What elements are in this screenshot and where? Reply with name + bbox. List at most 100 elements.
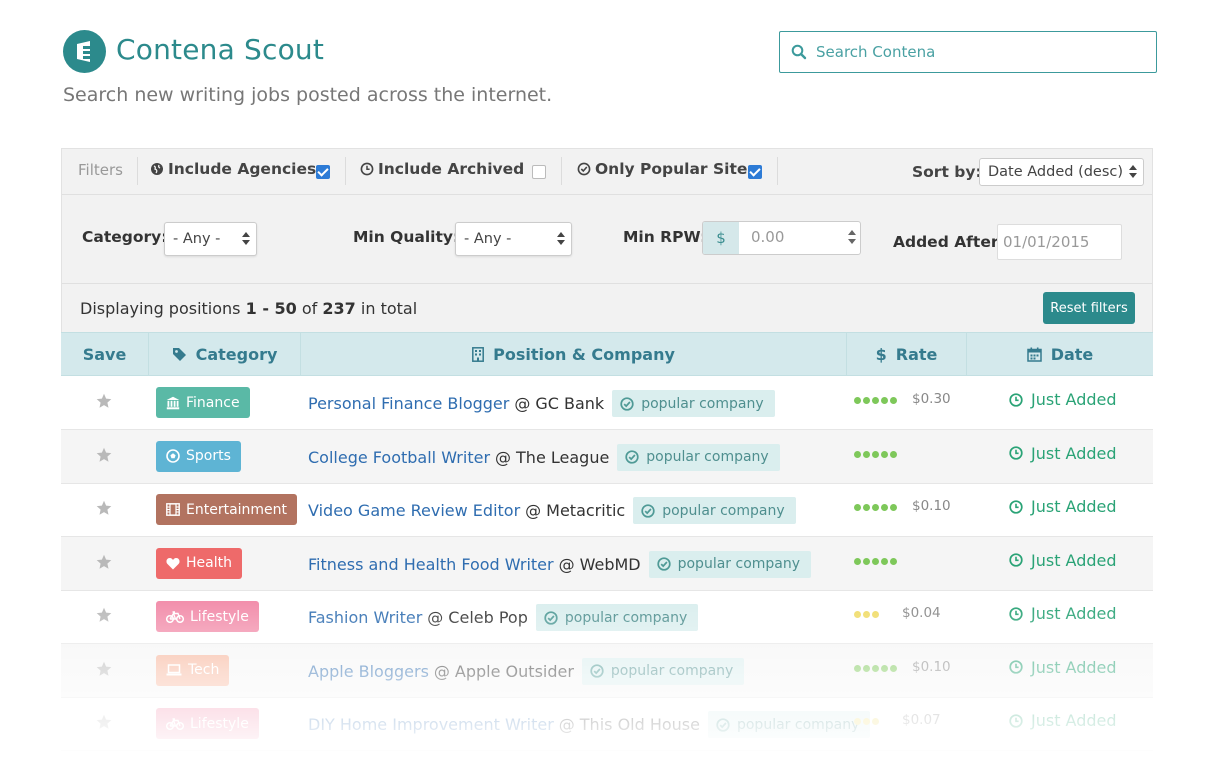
- min-rpw-input[interactable]: 0.00: [751, 228, 784, 246]
- date-added: Just Added: [1009, 497, 1117, 516]
- quality-rating: [854, 664, 897, 672]
- quality-dot: [854, 397, 861, 404]
- position-title-link[interactable]: DIY Home Improvement Writer: [308, 715, 554, 734]
- category-badge[interactable]: Lifestyle: [156, 601, 259, 632]
- select-arrows-icon: [557, 232, 565, 246]
- position-cell: Video Game Review Editor @ Metacritic popul…: [308, 497, 796, 524]
- sort-by-label: Sort by:: [912, 163, 982, 181]
- bicycle-icon: [166, 610, 184, 623]
- category-badge-label: Sports: [186, 448, 231, 464]
- save-star-icon[interactable]: [96, 554, 112, 574]
- category-badge[interactable]: Lifestyle: [156, 708, 259, 739]
- quality-dot: [872, 504, 879, 511]
- number-spinner[interactable]: [848, 230, 856, 246]
- at-symbol: @: [558, 715, 575, 734]
- job-table-body: Finance Personal Finance Blogger @ GC Bank p…: [61, 376, 1153, 780]
- table-row[interactable]: Health Fitness and Health Food Writer @ Web…: [61, 536, 1153, 591]
- only-popular-option[interactable]: Only Popular Sites: [577, 160, 757, 178]
- only-popular-checkbox[interactable]: [748, 165, 762, 179]
- divider: [137, 157, 138, 185]
- table-row[interactable]: Sports College Football Writer @ The League…: [61, 429, 1153, 484]
- min-quality-label: Min Quality:: [353, 228, 460, 246]
- rate-value: $0.07: [902, 712, 941, 728]
- category-badge[interactable]: Health: [156, 547, 242, 579]
- include-archived-option[interactable]: Include Archived: [360, 160, 524, 178]
- table-row[interactable]: Tech Apple Bloggers @ Apple Outsider popular…: [61, 643, 1153, 698]
- category-badge[interactable]: Sports: [156, 440, 241, 472]
- search-input[interactable]: [816, 40, 1136, 64]
- popular-company-label: popular company: [646, 449, 769, 465]
- date-added: Just Added: [1009, 551, 1117, 570]
- save-star-icon[interactable]: [96, 714, 112, 734]
- contena-logo[interactable]: [63, 30, 106, 73]
- at-symbol: @: [525, 501, 542, 520]
- category-label: Category:: [82, 228, 168, 246]
- date-added-label: Just Added: [1031, 497, 1117, 516]
- include-archived-checkbox[interactable]: [532, 165, 546, 179]
- table-row[interactable]: Finance Personal Finance Blogger @ GC Bank p…: [61, 376, 1153, 430]
- only-popular-label: Only Popular Sites: [595, 160, 757, 178]
- column-header-rate[interactable]: $ Rate: [847, 333, 966, 376]
- date-added: Just Added: [1009, 444, 1117, 463]
- column-header-save[interactable]: Save: [61, 333, 148, 376]
- check-circle-icon: [577, 162, 591, 176]
- position-title-link[interactable]: Video Game Review Editor: [308, 501, 520, 520]
- quality-rating: [854, 397, 897, 404]
- added-after-input[interactable]: 01/01/2015: [997, 224, 1122, 260]
- popular-company-badge: popular company: [617, 443, 780, 471]
- filter-options-row: Filters Include Agencies Include Archive…: [62, 149, 1152, 195]
- save-star-icon[interactable]: [96, 607, 112, 627]
- at-symbol: @: [433, 661, 450, 681]
- save-star-icon[interactable]: [96, 393, 112, 413]
- date-added-label: Just Added: [1031, 443, 1117, 463]
- category-badge[interactable]: Finance: [156, 387, 250, 418]
- include-agencies-checkbox[interactable]: [316, 165, 330, 179]
- check-circle-icon: [716, 717, 730, 732]
- table-row[interactable]: Entertainment Video Game Review Editor @ Me…: [61, 483, 1153, 537]
- include-agencies-option[interactable]: Include Agencies: [150, 160, 316, 178]
- reset-filters-button[interactable]: Reset filters: [1043, 292, 1135, 324]
- column-header-category[interactable]: Category: [149, 333, 300, 376]
- min-quality-select[interactable]: - Any -: [455, 222, 572, 256]
- app-title: Contena Scout: [116, 33, 325, 66]
- category-badge-label: Entertainment: [186, 501, 288, 518]
- sort-by-select[interactable]: Date Added (desc): [979, 158, 1144, 186]
- position-title-link[interactable]: College Football Writer: [308, 448, 490, 467]
- position-title-link[interactable]: Fitness and Health Food Writer: [308, 555, 554, 574]
- position-title-link[interactable]: Personal Finance Blogger: [308, 394, 509, 413]
- quality-dot: [872, 450, 879, 458]
- search-box[interactable]: [779, 31, 1157, 73]
- category-badge-label: Finance: [186, 394, 240, 411]
- position-cell: Fitness and Health Food Writer @ WebMD popu…: [308, 550, 812, 578]
- clock-icon: [1009, 392, 1023, 407]
- rate-value: $0.10: [912, 498, 951, 514]
- category-badge-label: Health: [186, 555, 232, 571]
- company-name: Metacritic: [546, 501, 626, 520]
- table-row[interactable]: Lifestyle Fashion Writer @ Celeb Pop popular…: [61, 590, 1153, 644]
- category-select[interactable]: - Any -: [164, 222, 257, 256]
- popular-company-badge: popular company: [707, 711, 871, 738]
- date-added-label: Just Added: [1031, 604, 1117, 623]
- dollar-icon: $: [875, 345, 887, 364]
- save-star-icon[interactable]: [96, 447, 112, 467]
- company-name: Apple Outsider: [454, 661, 574, 681]
- category-badge[interactable]: Tech: [156, 654, 230, 686]
- results-summary: Displaying positions 1 - 50 of 237 in to…: [80, 299, 417, 318]
- popular-company-badge: popular company: [612, 390, 775, 417]
- date-added: Just Added: [1009, 390, 1117, 409]
- search-icon: [791, 44, 807, 60]
- category-header-label: Category: [195, 345, 278, 364]
- min-rpw-input-group[interactable]: $ 0.00: [702, 221, 861, 255]
- position-cell: Fashion Writer @ Celeb Pop popular company: [308, 604, 699, 631]
- category-badge[interactable]: Entertainment: [156, 494, 298, 525]
- save-star-icon[interactable]: [96, 500, 112, 520]
- position-title-link[interactable]: Apple Bloggers: [308, 662, 429, 681]
- quality-dot: [881, 504, 888, 511]
- save-star-icon[interactable]: [96, 661, 112, 681]
- date-added: Just Added: [1009, 711, 1117, 730]
- column-header-date[interactable]: Date: [967, 333, 1153, 376]
- include-agencies-label: Include Agencies: [168, 160, 317, 178]
- position-title-link[interactable]: Fashion Writer: [308, 608, 422, 627]
- column-header-position[interactable]: Position & Company: [301, 333, 846, 376]
- table-row[interactable]: Lifestyle DIY Home Improvement Writer @ Thi…: [61, 697, 1153, 751]
